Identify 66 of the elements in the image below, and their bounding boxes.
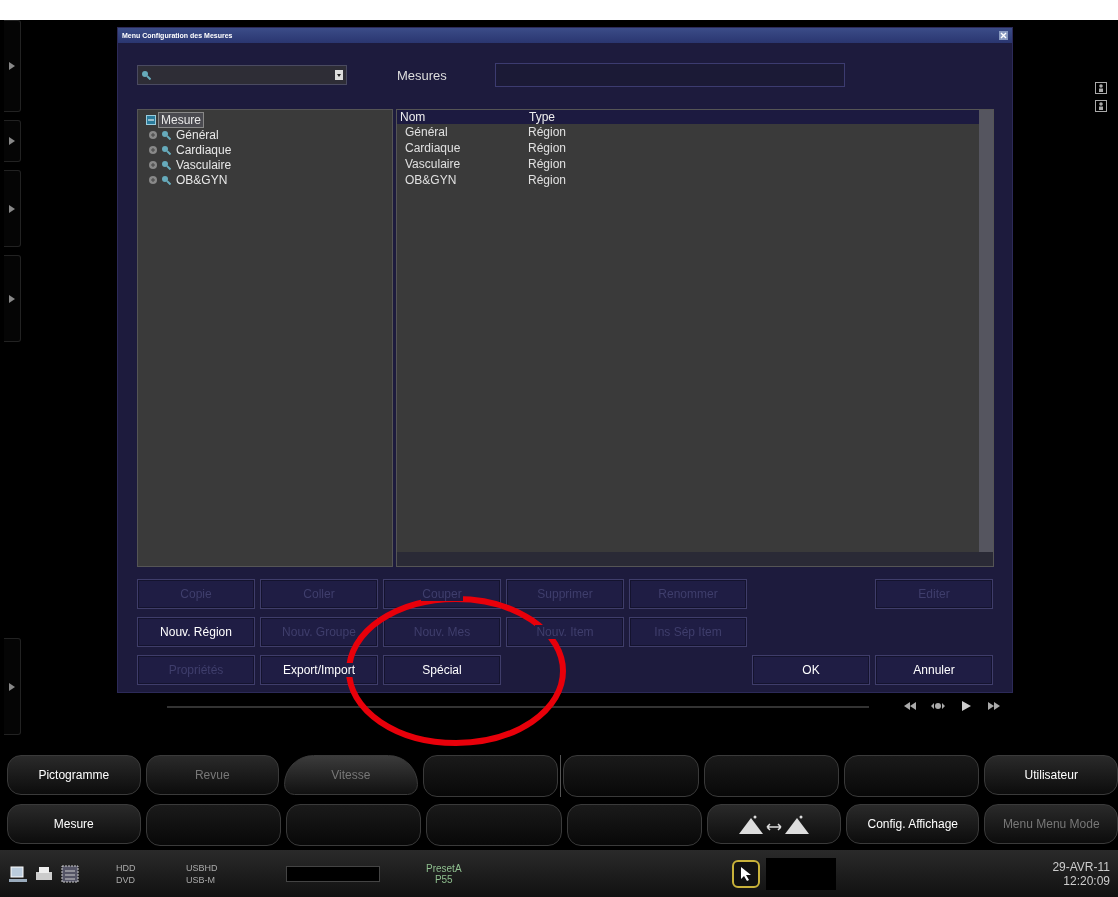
scrollbar[interactable] xyxy=(979,110,993,552)
expand-icon[interactable] xyxy=(148,144,158,155)
column-header[interactable]: Nom xyxy=(397,110,526,124)
dialog-button[interactable]: Spécial xyxy=(383,655,501,685)
soft-key[interactable]: Pictogramme xyxy=(7,755,141,795)
preset-code: P55 xyxy=(434,873,453,885)
frame-step-icon[interactable] xyxy=(930,700,946,712)
table-cell-text: Vasculaire xyxy=(405,157,462,171)
close-button[interactable] xyxy=(999,31,1008,40)
soft-key[interactable]: Mesure xyxy=(7,804,141,844)
arrow-right-icon xyxy=(9,62,15,70)
time-label: 12:20:09 xyxy=(1063,873,1110,888)
tree-item[interactable]: OB&GYN xyxy=(174,172,230,187)
table-cell: Région xyxy=(528,141,567,155)
dialog-button[interactable]: Annuler xyxy=(875,655,993,685)
pointer-button[interactable] xyxy=(731,859,760,888)
search-icon xyxy=(161,174,171,185)
scrollbar[interactable] xyxy=(397,552,993,566)
table-cell-text: Cardiaque xyxy=(405,141,462,155)
date-label: 29-AVR-11 xyxy=(1052,859,1110,874)
soft-key[interactable]: Config. Affichage xyxy=(845,804,980,844)
person-icon[interactable] xyxy=(1095,100,1107,112)
search-icon xyxy=(161,159,171,170)
drive-label: USBHD xyxy=(186,862,219,873)
tree-item[interactable]: Cardiaque xyxy=(174,142,234,157)
tree-item[interactable]: Vasculaire xyxy=(174,157,234,172)
expand-icon[interactable] xyxy=(148,129,158,140)
field-label: Mesures xyxy=(397,67,448,83)
dialog-button[interactable]: OK xyxy=(752,655,870,685)
calendar-icon xyxy=(60,863,80,884)
drive-label: HDD xyxy=(116,862,137,873)
computer-icon xyxy=(8,863,28,884)
arrow-right-icon xyxy=(9,294,15,303)
search-dropdown[interactable] xyxy=(137,65,347,85)
dialog-button[interactable]: Nouv. Région xyxy=(137,617,255,647)
collapse-icon[interactable] xyxy=(146,114,156,125)
expand-icon[interactable] xyxy=(148,174,158,185)
search-icon xyxy=(161,129,171,140)
dialog-button[interactable]: Export/Import xyxy=(260,655,378,685)
side-tab[interactable] xyxy=(4,120,21,162)
table-cell: Région xyxy=(528,157,567,171)
column-header[interactable]: Type xyxy=(526,110,555,124)
table-cell-text: OB&GYN xyxy=(405,173,458,187)
table-cell: Région xyxy=(528,125,567,139)
search-icon xyxy=(161,144,171,155)
status-field xyxy=(765,857,836,890)
table-cell-text: Général xyxy=(405,125,449,139)
search-icon xyxy=(141,70,151,80)
arrow-right-icon xyxy=(9,137,15,145)
arrow-right-icon xyxy=(9,682,15,691)
arrow-right-icon xyxy=(9,204,15,213)
close-icon xyxy=(1000,32,1007,39)
rewind-icon[interactable] xyxy=(902,700,918,712)
drive-label: DVD xyxy=(116,874,136,885)
table-cell: Région xyxy=(528,173,567,187)
fast-forward-icon[interactable] xyxy=(986,700,1002,712)
soft-key[interactable]: Utilisateur xyxy=(984,755,1118,795)
person-icon[interactable] xyxy=(1095,82,1107,94)
preset-label: PresetA xyxy=(426,862,462,874)
tree-item[interactable]: Mesure xyxy=(159,112,203,127)
drive-label: USB-M xyxy=(186,874,216,885)
soft-key[interactable] xyxy=(707,804,841,844)
name-field[interactable] xyxy=(495,63,845,87)
expand-icon[interactable] xyxy=(148,159,158,170)
tree-item[interactable]: Général xyxy=(174,127,221,142)
cursor-icon xyxy=(738,865,753,882)
